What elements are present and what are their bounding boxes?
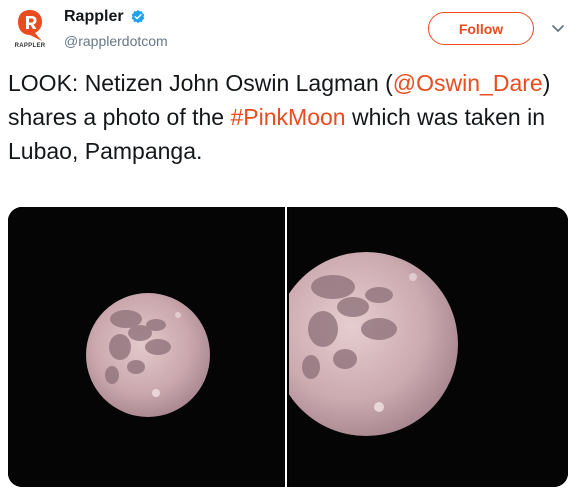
verified-badge-icon <box>131 10 144 24</box>
rappler-logo-icon <box>18 10 42 41</box>
media-grid <box>8 207 568 487</box>
moon-image <box>8 207 285 487</box>
photo-divider <box>285 207 287 487</box>
avatar[interactable]: RAPPLER <box>8 7 52 53</box>
name-row: Rappler <box>64 8 168 26</box>
tweet-text: LOOK: Netizen John Oswin Lagman (@Oswin_… <box>8 66 573 168</box>
follow-button[interactable]: Follow <box>428 12 534 45</box>
moon-image <box>289 207 568 487</box>
handle[interactable]: @rapplerdotcom <box>64 33 168 49</box>
avatar-wordmark: RAPPLER <box>14 43 46 49</box>
tweet-header: RAPPLER Rappler @rapplerdotcom Follow <box>0 0 580 60</box>
moon-photo-wide[interactable] <box>8 207 285 487</box>
chevron-down-icon[interactable] <box>550 20 566 36</box>
display-name[interactable]: Rappler <box>64 8 124 26</box>
moon-photo-closeup[interactable] <box>289 207 568 487</box>
mention-link[interactable]: @Oswin_Dare <box>393 70 543 96</box>
hashtag-link[interactable]: #PinkMoon <box>231 104 346 130</box>
author-block: Rappler @rapplerdotcom <box>64 8 168 49</box>
tweet-text-part: LOOK: Netizen John Oswin Lagman ( <box>8 70 393 96</box>
